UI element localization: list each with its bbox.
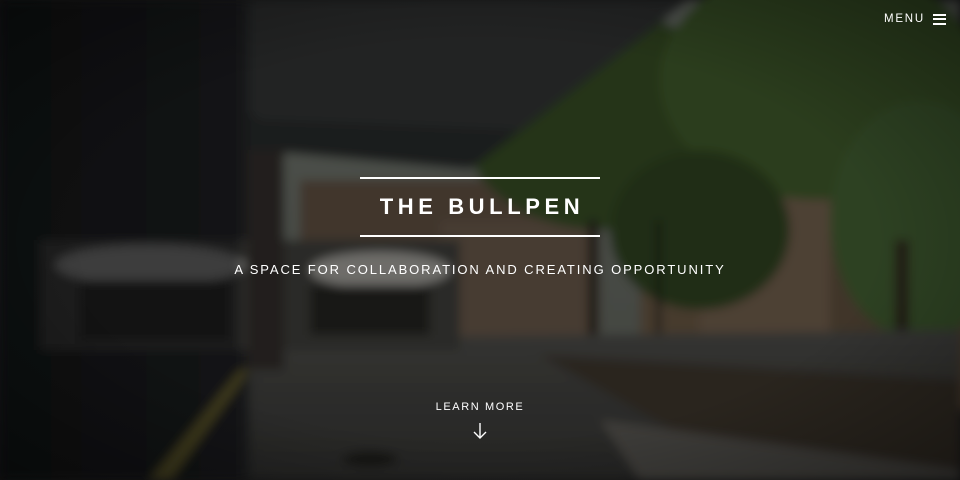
learn-more-label: LEARN MORE: [435, 401, 525, 413]
page-subtitle: A SPACE FOR COLLABORATION AND CREATING O…: [234, 262, 726, 277]
learn-more-link[interactable]: LEARN MORE: [380, 400, 580, 440]
arrow-down-icon: [473, 423, 487, 439]
title-block: THE BULLPEN: [360, 177, 600, 237]
hamburger-icon: [933, 13, 946, 25]
menu-label: MENU: [883, 13, 925, 25]
menu-button[interactable]: MENU: [884, 10, 946, 28]
page-title: THE BULLPEN: [379, 194, 585, 219]
hero-section: MENU THE BULLPEN A SPACE FOR COLLABORATI…: [0, 0, 960, 480]
